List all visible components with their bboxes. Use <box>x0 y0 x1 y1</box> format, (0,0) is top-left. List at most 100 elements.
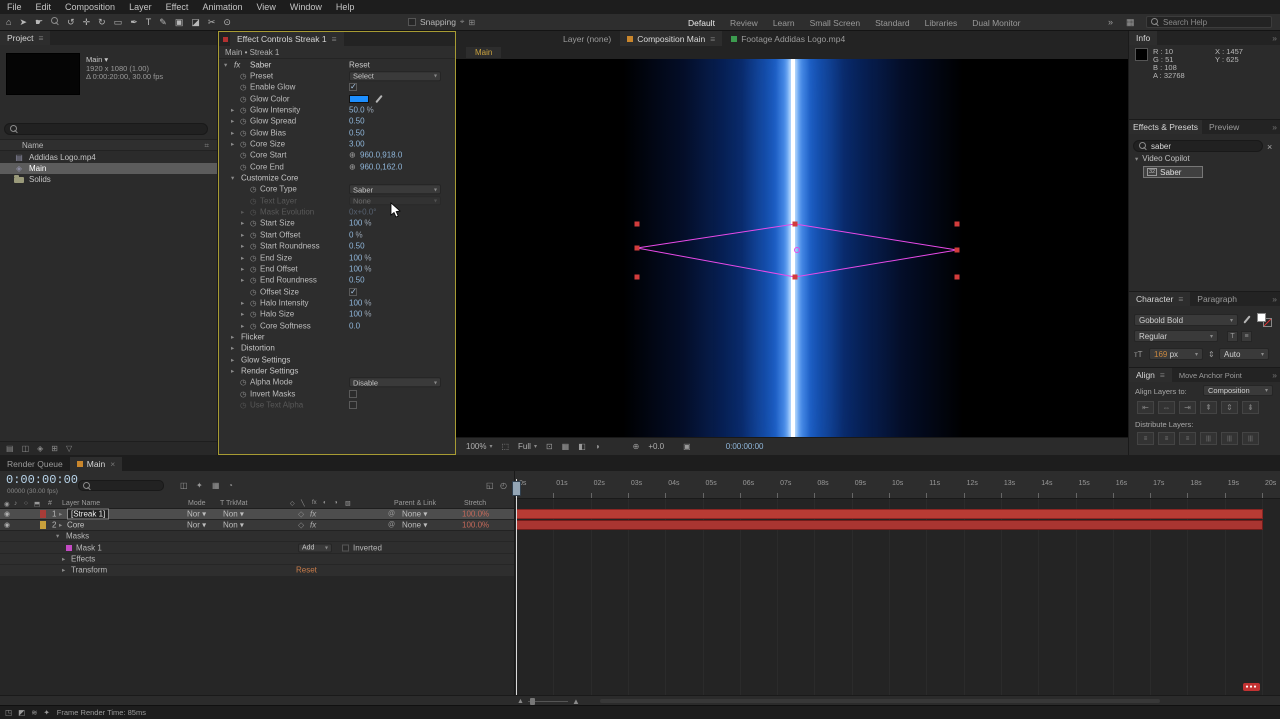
menu-animation[interactable]: Animation <box>195 2 249 12</box>
twirl-icon[interactable]: ▸ <box>241 265 244 273</box>
stroke-width-button[interactable]: ≡ <box>1241 331 1252 342</box>
twirl-icon[interactable]: ▾ <box>1135 155 1138 163</box>
snapshot-camera-icon[interactable]: ▣ <box>683 442 691 451</box>
collapse-switch[interactable]: ◇ <box>298 521 304 530</box>
type-tool-icon[interactable]: T <box>146 17 152 27</box>
value-number[interactable]: 100 <box>349 264 362 273</box>
twirl-icon[interactable]: ▸ <box>62 566 65 574</box>
twirl-icon[interactable]: ▸ <box>62 555 65 563</box>
distribute-bottom-button[interactable]: ≡ <box>1179 432 1196 445</box>
value-number[interactable]: 0x+0.0° <box>349 208 376 217</box>
stopwatch-icon[interactable]: ◷ <box>250 298 257 307</box>
zoom-tool-icon[interactable] <box>51 17 59 27</box>
property-checkbox[interactable] <box>349 389 357 398</box>
mask-path[interactable] <box>636 223 958 278</box>
value-number[interactable]: 0.50 <box>349 128 365 137</box>
distribute-top-button[interactable]: ≡ <box>1137 432 1154 445</box>
panel-overflow-icon[interactable]: » <box>1272 370 1277 380</box>
value-number[interactable]: 50.0 <box>349 106 365 115</box>
resolution-dropdown[interactable]: Full ▾ <box>518 442 537 451</box>
fill-color-swatch[interactable] <box>1257 313 1266 322</box>
panel-overflow-icon[interactable]: » <box>1272 33 1277 43</box>
panel-menu-icon[interactable]: ≡ <box>710 34 715 44</box>
workspace-learn[interactable]: Learn <box>773 18 795 28</box>
property-label[interactable]: Masks <box>66 532 89 541</box>
eraser-tool-icon[interactable]: ◪ <box>191 17 200 28</box>
property-value[interactable]: 0.50 <box>349 276 365 285</box>
stopwatch-icon[interactable]: ◷ <box>240 378 247 387</box>
stopwatch-icon[interactable]: ◷ <box>250 253 257 262</box>
mask-vertex-handle[interactable] <box>954 247 960 253</box>
property-value[interactable]: 100% <box>349 219 371 228</box>
collapse-column-icon[interactable]: ╲ <box>301 500 305 507</box>
eyedropper-icon[interactable] <box>1243 315 1251 324</box>
property-value[interactable]: 50.0% <box>349 106 374 115</box>
inverted-checkbox[interactable] <box>342 544 349 552</box>
twirl-icon[interactable]: ▸ <box>231 106 234 114</box>
property-row-effects[interactable]: ▸ Effects <box>0 553 515 566</box>
twirl-icon[interactable]: ▸ <box>59 521 62 529</box>
menu-edit[interactable]: Edit <box>29 2 59 12</box>
viewer-tab-composition-main[interactable]: Composition Main ≡ <box>620 31 723 46</box>
align-bottom-button[interactable]: ⇟ <box>1242 401 1259 414</box>
tab-align[interactable]: Align ≡ <box>1129 368 1172 382</box>
rectangle-tool-icon[interactable]: ▭ <box>114 17 123 28</box>
menu-view[interactable]: View <box>249 2 282 12</box>
effects-group-video-copilot[interactable]: ▾ Video Copilot <box>1135 154 1190 163</box>
distribute-left-button[interactable]: ||| <box>1200 432 1217 445</box>
adaptive-resolution-icon[interactable]: ◩ <box>18 708 25 717</box>
twirl-icon[interactable]: ▾ <box>231 174 234 182</box>
label-color-chip[interactable] <box>40 521 46 529</box>
layer-name[interactable]: Core <box>67 521 84 530</box>
property-value[interactable]: 100% <box>349 310 371 319</box>
new-composition-icon[interactable]: ◈ <box>37 444 43 453</box>
twirl-icon[interactable]: ▸ <box>241 322 244 330</box>
stopwatch-icon[interactable]: ◷ <box>250 242 257 251</box>
viewer-tab-footage-addidas-logo-mp4[interactable]: Footage Addidas Logo.mp4 <box>724 31 852 46</box>
composition-canvas[interactable] <box>456 59 1128 437</box>
new-folder-icon[interactable]: ◫ <box>22 444 30 453</box>
expand-columns-icon[interactable]: ◴ <box>500 481 507 490</box>
tab-render-queue[interactable]: Render Queue <box>0 457 70 471</box>
selection-tool-icon[interactable]: ➤ <box>19 17 27 28</box>
twirl-icon[interactable]: ▸ <box>231 117 234 125</box>
twirl-icon[interactable]: ▸ <box>241 219 244 227</box>
property-value[interactable]: 0.0 <box>349 321 360 330</box>
property-dropdown[interactable]: Saber ▾ <box>349 184 441 195</box>
shy-column-icon[interactable]: ◇ <box>290 500 295 507</box>
mask-vertex-handle[interactable] <box>634 221 640 227</box>
distribute-h-center-button[interactable]: ||| <box>1221 432 1238 445</box>
stopwatch-icon[interactable]: ◷ <box>250 276 257 285</box>
point-icon[interactable]: ⊕ <box>349 151 356 160</box>
motion-blur-master-icon[interactable]: ◔ <box>228 481 233 490</box>
mask-vertex-handle[interactable] <box>792 221 798 227</box>
layer-name[interactable]: [Streak 1] <box>67 508 110 520</box>
workspace-libraries[interactable]: Libraries <box>925 18 958 28</box>
zoom-level-dropdown[interactable]: 100% ▾ <box>466 442 492 451</box>
region-of-interest-icon[interactable]: ⊡ <box>546 442 553 451</box>
tab-move-anchor-point[interactable]: Move Anchor Point <box>1172 368 1249 382</box>
eyedropper-icon[interactable] <box>375 94 383 103</box>
workspace-dual-monitor[interactable]: Dual Monitor <box>972 18 1020 28</box>
stopwatch-icon[interactable]: ◷ <box>240 162 247 171</box>
threed-column-icon[interactable]: ▧ <box>345 500 351 507</box>
parent-pickwhip-icon[interactable]: @ <box>388 522 395 529</box>
collapse-switch[interactable]: ◇ <box>298 510 304 519</box>
stopwatch-icon[interactable]: ◷ <box>240 106 247 115</box>
panel-menu-icon[interactable]: ≡ <box>1160 370 1165 380</box>
current-time-indicator-handle[interactable] <box>512 481 521 496</box>
property-value[interactable]: 0x+0.0° <box>349 208 376 217</box>
menu-file[interactable]: File <box>0 2 29 12</box>
twirl-icon[interactable]: ▸ <box>231 333 234 341</box>
mask-visibility-icon[interactable]: ◧ <box>578 442 586 451</box>
property-value[interactable]: 0% <box>349 230 363 239</box>
notifications-icon[interactable]: ✦ <box>43 708 49 717</box>
stopwatch-icon[interactable]: ◷ <box>240 140 247 149</box>
help-search-input[interactable]: Search Help <box>1146 16 1272 28</box>
workspace-standard[interactable]: Standard <box>875 18 910 28</box>
preview-item-name[interactable]: Main ▾ <box>86 55 108 64</box>
property-value[interactable]: 0.50 <box>349 117 365 126</box>
mask-vertex-handle[interactable] <box>634 245 640 251</box>
column-options-icon[interactable]: ⌗ <box>204 141 209 151</box>
stopwatch-icon[interactable]: ◷ <box>250 196 257 205</box>
